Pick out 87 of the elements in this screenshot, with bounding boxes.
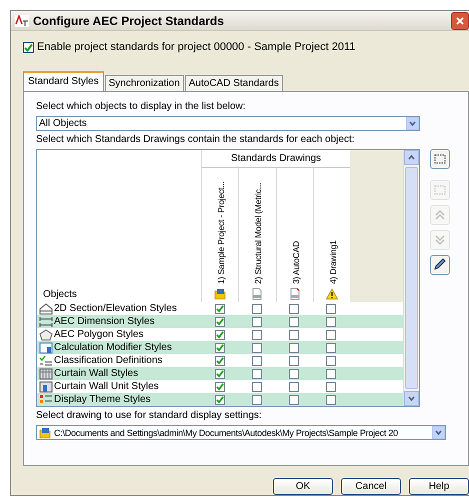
object-name: AEC Polygon Styles [54, 329, 144, 340]
close-button[interactable] [451, 12, 469, 30]
close-icon [455, 16, 465, 26]
app-logo-icon [15, 14, 29, 26]
checkbox[interactable] [288, 368, 298, 378]
checkbox[interactable] [252, 304, 262, 314]
checkbox[interactable] [288, 304, 298, 314]
list-icon [39, 394, 53, 406]
checkbox[interactable] [326, 330, 336, 340]
chevron-up-icon [407, 153, 416, 162]
dialog-button[interactable]: Help [409, 478, 469, 495]
table-icon [39, 342, 53, 354]
dropdown-value: C:\Documents and Settings\admin\My Documents\Autodesk\My Projects\Sample Project 20 [54, 428, 398, 438]
chevron-down-icon [408, 119, 417, 128]
pencil-icon [433, 258, 447, 272]
field-label: Select which Standards Drawings contain the standards for each object: [36, 134, 356, 145]
object-name: 2D Section/Elevation Styles [54, 303, 177, 314]
checkbox[interactable] [326, 368, 336, 378]
folder-drawing-icon [214, 288, 226, 300]
checkbox[interactable] [214, 342, 224, 352]
dashed-rectangle-icon [433, 152, 447, 166]
field-label: Select which objects to display in the list below: [36, 101, 247, 112]
dashed-rectangle-icon [433, 183, 447, 197]
dropdown[interactable]: C:\Documents and Settings\admin\My Documents\Autodesk\My Projects\Sample Project 20 [36, 425, 446, 440]
checkbox[interactable] [214, 394, 224, 404]
double-chevron-down-icon [433, 233, 447, 247]
checkbox[interactable] [214, 382, 224, 392]
checkbox[interactable] [214, 356, 224, 366]
grid-icon [39, 368, 53, 380]
checkbox[interactable] [23, 42, 34, 52]
column-header: 1) Sample Project - Project... [215, 181, 227, 284]
side-button[interactable] [430, 149, 450, 169]
checkbox[interactable] [214, 368, 224, 378]
checkbox[interactable] [288, 342, 298, 352]
object-name: Curtain Wall Unit Styles [54, 381, 159, 392]
dropdown-arrow-button[interactable] [406, 117, 419, 130]
folder-drawing-icon [39, 426, 51, 438]
checkbox[interactable] [288, 382, 298, 392]
object-name: Calculation Modifier Styles [54, 342, 172, 353]
checkbox[interactable] [326, 342, 336, 352]
checkbox-label: Enable project standards for project 00000 - Sample Project 2011 [37, 41, 356, 53]
field-label: Select drawing to use for standard display settings: [36, 410, 263, 421]
checkbox[interactable] [252, 382, 262, 392]
checkbox[interactable] [252, 342, 262, 352]
tab[interactable]: Standard Styles [23, 71, 104, 91]
checkbox[interactable] [214, 304, 224, 314]
checkbox[interactable] [252, 368, 262, 378]
checklist-icon [39, 354, 53, 366]
column-header: 3) AutoCAD [290, 241, 302, 284]
house-icon [39, 302, 53, 314]
column-header: Objects [42, 288, 78, 302]
checkbox[interactable] [326, 304, 336, 314]
checkbox[interactable] [326, 394, 336, 404]
checkbox[interactable] [326, 356, 336, 366]
dimension-icon [39, 316, 53, 328]
checkbox[interactable] [252, 394, 262, 404]
checkbox[interactable] [252, 330, 262, 340]
grid-icon [39, 380, 53, 392]
checkbox[interactable] [288, 394, 298, 404]
object-name: Display Theme Styles [54, 394, 151, 405]
checkbox[interactable] [288, 330, 298, 340]
double-chevron-up-icon [433, 208, 447, 222]
tab[interactable]: AutoCAD Standards [184, 75, 283, 91]
checkbox[interactable] [252, 356, 262, 366]
chevron-down-icon [407, 394, 416, 403]
warning-icon [326, 288, 338, 300]
checkbox[interactable] [214, 316, 224, 326]
column-header: 4) Drawing1 [326, 240, 339, 284]
chevron-down-icon [434, 428, 443, 437]
tab[interactable]: Synchronization [104, 75, 184, 91]
checkbox[interactable] [214, 330, 224, 340]
dialog-button[interactable]: OK [273, 478, 333, 495]
dialog-button[interactable]: Cancel [341, 478, 401, 495]
dropdown[interactable]: All Objects [36, 116, 420, 131]
object-name: Classification Definitions [54, 355, 162, 366]
side-button[interactable] [430, 255, 450, 275]
checkbox[interactable] [252, 316, 262, 326]
checkbox[interactable] [288, 356, 298, 366]
column-header: 2) Structural Model (Metric... [252, 182, 264, 284]
checkbox[interactable] [326, 382, 336, 392]
scrollbar[interactable] [403, 150, 419, 406]
window-title: Configure AEC Project Standards [33, 14, 225, 28]
dropdown-arrow-button[interactable] [432, 426, 445, 439]
checkbox[interactable] [326, 316, 336, 326]
object-name: Curtain Wall Styles [54, 368, 138, 379]
checkbox[interactable] [288, 316, 298, 326]
object-name: AEC Dimension Styles [54, 316, 155, 327]
